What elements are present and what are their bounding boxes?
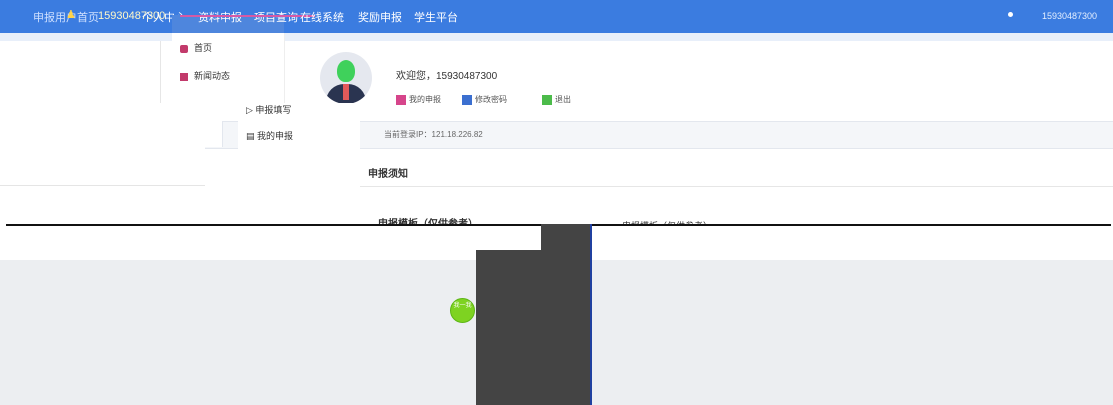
- left-panel: [0, 41, 161, 103]
- user-icon[interactable]: [1008, 12, 1013, 17]
- dropdown-item-label: 首页: [194, 43, 213, 53]
- quick-label: 修改密码: [475, 95, 507, 104]
- overlay-dark-block: [476, 250, 591, 405]
- overlay-white-block: [476, 226, 541, 250]
- divider: [360, 186, 1113, 187]
- quick-change-password[interactable]: 修改密码: [462, 94, 507, 105]
- sidebar-item-label: 申报填写: [255, 105, 292, 115]
- list-icon: ▤: [246, 131, 258, 141]
- edit-icon: ▷: [246, 105, 256, 115]
- overlay-dark-top: [541, 224, 591, 250]
- home-icon: [180, 44, 188, 53]
- avatar: [320, 52, 372, 104]
- nav-item-4[interactable]: 在线系统: [300, 9, 344, 25]
- left-strip: [0, 147, 205, 186]
- dropdown-item-news[interactable]: 新闻动态: [180, 69, 230, 82]
- bell-icon[interactable]: ♟: [66, 8, 76, 21]
- sub-bar: [0, 33, 1113, 41]
- bubble-label: 我一我: [453, 303, 472, 309]
- nav-item-2[interactable]: 资料申报: [198, 9, 242, 25]
- dropdown-item-label: 新闻动态: [194, 71, 231, 81]
- quick-logout[interactable]: 退出: [542, 94, 571, 105]
- quick-label: 退出: [555, 95, 571, 104]
- nav-user-right[interactable]: 15930487300: [1042, 11, 1097, 21]
- news-icon: [180, 72, 188, 81]
- login-ip: 当前登录IP：121.18.226.82: [384, 130, 483, 139]
- welcome-text: 欢迎您，15930487300: [396, 71, 498, 82]
- nav-item-3[interactable]: 项目查询: [254, 9, 298, 25]
- notice-title: 申报须知: [368, 169, 408, 180]
- my-apply-icon: [396, 94, 406, 105]
- overlay-edge: [590, 224, 592, 405]
- nav-dropdown: 首页 新闻动态: [172, 33, 285, 103]
- nav-underline: [180, 15, 315, 17]
- nav-item-6[interactable]: 学生平台: [414, 9, 458, 25]
- ip-left-card: [0, 121, 223, 147]
- password-icon: [462, 94, 472, 105]
- nav-item-5[interactable]: 奖励申报: [358, 9, 402, 25]
- sidebar-item-label: 我的申报: [257, 131, 294, 141]
- top-nav-bar: 申报用户首页 ♟ 15930487300 个人中心 资料申报 项目查询 在线系统…: [0, 0, 1113, 33]
- sidebar-item-my-apply[interactable]: ▤ 我的申报: [246, 129, 293, 142]
- dropdown-item-home[interactable]: 首页: [180, 41, 212, 54]
- logout-icon: [542, 94, 552, 105]
- apply-sidebar: ▷ 申报填写 ▤ 我的申报: [238, 103, 360, 225]
- quick-my-apply[interactable]: 我的申报: [396, 94, 441, 105]
- quick-label: 我的申报: [409, 95, 441, 104]
- chat-bubble-button[interactable]: 我一我: [450, 298, 475, 323]
- sidebar-item-fill[interactable]: ▷ 申报填写: [246, 103, 291, 116]
